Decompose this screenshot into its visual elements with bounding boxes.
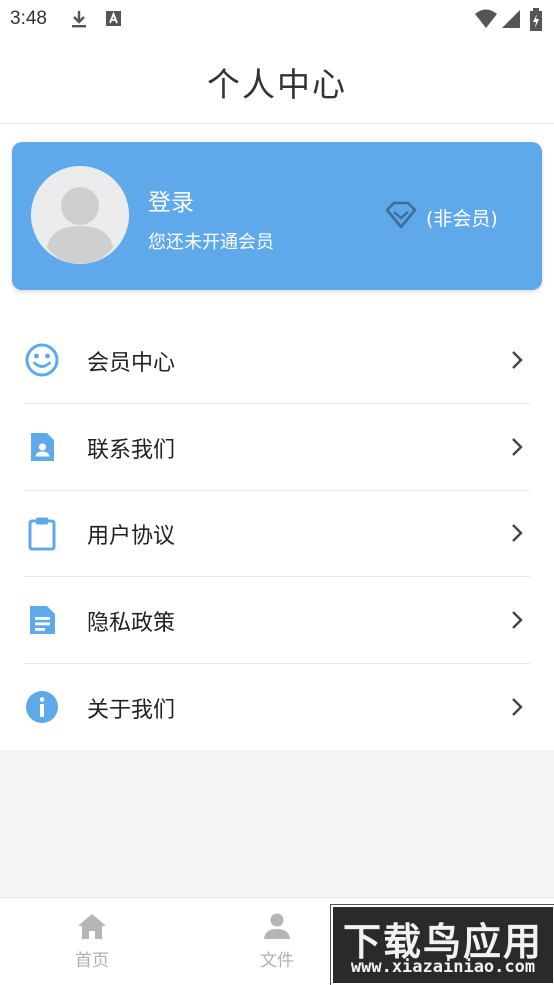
page-header: 个人中心 [0,40,554,124]
menu-item-label: 会员中心 [87,351,176,376]
menu-item-label: 关于我们 [87,698,176,723]
document-icon [24,602,60,638]
watermark-url: www.xiazainiao.com [350,957,536,977]
smiley-icon [24,342,60,378]
battery-icon [529,8,543,36]
member-status-text: (非会员) [426,207,498,230]
diamond-icon [384,200,418,234]
member-status-badge: (非会员) [384,200,498,234]
person-icon [262,913,292,944]
status-time: 3:48 [10,8,47,29]
text-a-icon [104,8,124,34]
status-bar: 3:48 [0,0,554,40]
wifi-icon [474,8,498,34]
watermark-logo: 下载鸟应用 www.xiazainiao.com [331,905,554,985]
menu-item-label: 联系我们 [87,438,176,463]
signal-icon [501,8,521,34]
menu-item-label: 隐私政策 [87,611,176,636]
menu-item-contact-us[interactable]: 联系我们 [24,404,530,491]
avatar[interactable] [31,166,129,264]
nav-item-home[interactable]: 首页 [52,912,132,971]
nav-item-files[interactable]: 文件 [237,912,317,971]
nav-label: 文件 [260,951,294,971]
login-link[interactable]: 登录 [148,183,194,217]
menu-item-member-center[interactable]: 会员中心 [24,317,530,404]
clipboard-icon [24,515,60,551]
menu-item-label: 用户协议 [87,524,176,549]
menu-item-about-us[interactable]: 关于我们 [24,664,530,750]
chevron-right-icon [510,522,524,544]
download-icon [68,8,90,34]
page-title: 个人中心 [207,65,347,104]
chevron-right-icon [510,436,524,458]
membership-hint: 您还未开通会员 [148,232,274,253]
menu-item-privacy-policy[interactable]: 隐私政策 [24,577,530,664]
chevron-right-icon [510,696,524,718]
profile-card[interactable]: 登录 您还未开通会员 (非会员) [12,142,542,290]
home-icon [76,914,108,944]
chevron-right-icon [510,609,524,631]
menu-item-user-agreement[interactable]: 用户协议 [24,490,530,577]
chevron-right-icon [510,349,524,371]
contact-card-icon [24,429,60,465]
nav-label: 首页 [75,951,109,971]
info-icon [24,689,60,725]
